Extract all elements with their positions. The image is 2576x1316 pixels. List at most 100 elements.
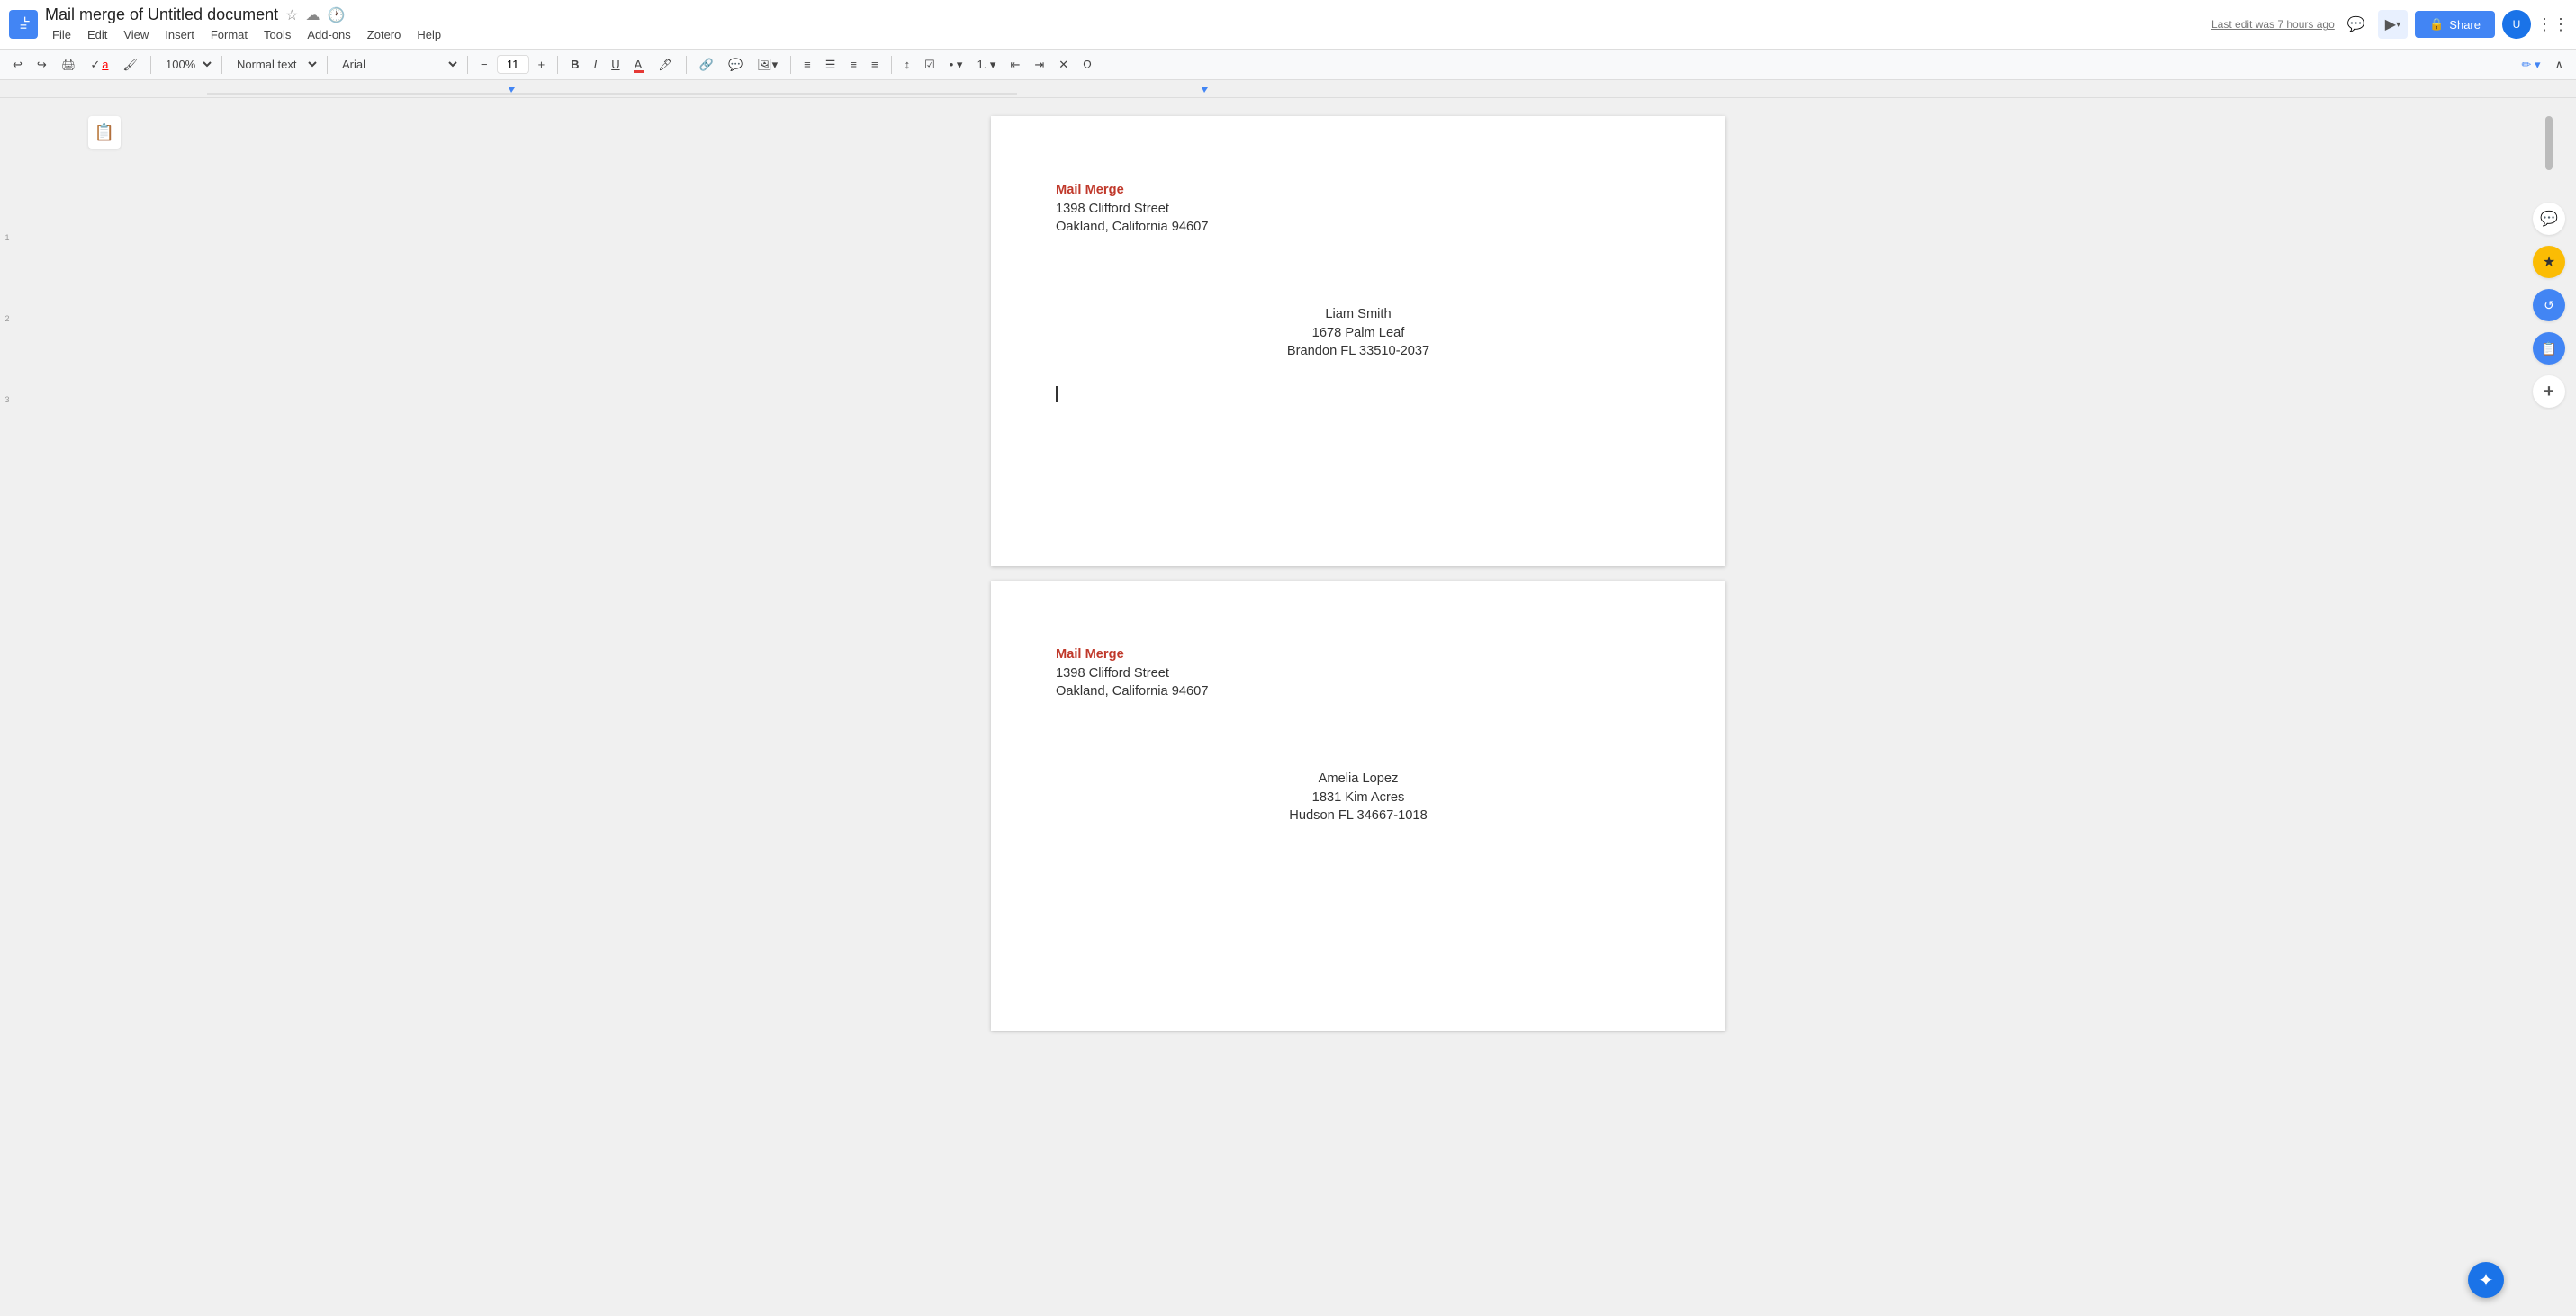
highlight-button[interactable]: 🖊 [653,54,679,76]
indent-less-button[interactable]: ⇤ [1004,54,1025,76]
sep5 [557,56,558,74]
align-justify-button[interactable]: ≡ [866,54,884,75]
toolbar-collapse-button[interactable]: ∧ [2549,54,2569,76]
menu-tools[interactable]: Tools [257,26,298,43]
right-icons: 💬 ★ ↺ 📋 + [2533,203,2565,408]
doc-icon[interactable] [9,10,38,39]
cloud-save-icon[interactable]: ☁ [305,6,320,24]
ruler-content [207,80,2576,97]
line-spacing-button[interactable]: ↕ [899,54,916,75]
recipient-name-2: Amelia Lopez [1289,770,1427,789]
text-style-select[interactable]: Normal text Title Heading 1 Heading 2 [230,53,320,76]
apps-icon-btn[interactable]: ⋮⋮ [2538,10,2567,39]
indent-more-button[interactable]: ⇥ [1029,54,1049,76]
ruler-num-2: 2 [5,314,9,323]
text-cursor [1056,386,1058,402]
sender-block-1: Mail Merge 1398 Clifford Street Oakland,… [1056,181,1661,237]
align-right-button[interactable]: ≡ [844,54,862,75]
title-area: Mail merge of Untitled document ☆ ☁ 🕐 Fi… [45,5,2204,43]
doc-title[interactable]: Mail merge of Untitled document [45,5,278,24]
sender-city-2: Oakland, California 94607 [1056,682,1661,701]
doc-svg [14,15,32,33]
align-left-button[interactable]: ≡ [798,54,816,75]
comment-button[interactable]: 💬 [723,54,748,76]
underline-button[interactable]: U [606,54,625,75]
plus-icon[interactable]: + [2533,375,2565,408]
menu-file[interactable]: File [45,26,78,43]
image-button[interactable]: 🖼▾ [752,54,783,76]
spell-check-button[interactable]: ✓a [85,54,113,76]
font-size-decrease[interactable]: − [475,54,493,75]
recipient-name-1: Liam Smith [1287,305,1429,324]
zoom-select[interactable]: 100% 75% 125% 150% [158,53,214,76]
sep8 [891,56,892,74]
blue2-icon[interactable]: 📋 [2533,332,2565,365]
sidebar: 📋 [14,98,194,1311]
font-size-input[interactable] [497,55,529,74]
align-center-button[interactable]: ☰ [820,54,842,76]
recipient-city-1: Brandon FL 33510-2037 [1287,342,1429,361]
recipient-block-2: Amelia Lopez 1831 Kim Acres Hudson FL 34… [1289,770,1427,825]
recipient-block-1: Liam Smith 1678 Palm Leaf Brandon FL 335… [1287,305,1429,361]
menu-view[interactable]: View [116,26,156,43]
share-label: Share [2449,18,2481,32]
main-layout: 1 2 3 📋 Mail Merge 1398 Clifford Street … [0,98,2576,1311]
top-bar: Mail merge of Untitled document ☆ ☁ 🕐 Fi… [0,0,2576,50]
menu-format[interactable]: Format [203,26,255,43]
user-avatar[interactable]: U [2502,10,2531,39]
font-color-button[interactable]: A [629,54,650,75]
undo-button[interactable]: ↩ [7,54,28,76]
sep7 [790,56,791,74]
bullet-list-button[interactable]: • ▾ [944,54,968,76]
right-panel: 💬 ★ ↺ 📋 + [2522,98,2576,1311]
redo-button[interactable]: ↪ [32,54,52,76]
clear-format-button[interactable]: ✕ [1053,54,1074,76]
scrollbar-thumb[interactable] [2545,116,2553,170]
lock-icon: 🔒 [2429,17,2444,32]
numbered-list-button[interactable]: 1. ▾ [971,54,1001,76]
editing-mode-button[interactable]: ✏ ▾ [2516,54,2545,76]
sender-block-2: Mail Merge 1398 Clifford Street Oakland,… [1056,645,1661,701]
bold-button[interactable]: B [565,54,584,75]
special-chars-button[interactable]: Ω [1077,54,1097,75]
present-icon: ▶ [2385,15,2396,33]
sep4 [467,56,468,74]
sender-city-1: Oakland, California 94607 [1056,218,1661,237]
ruler-svg [207,80,2576,98]
star-icon[interactable]: ☆ [285,6,298,24]
blue-sync-icon[interactable]: ↺ [2533,289,2565,321]
sidebar-notes-icon[interactable]: 📋 [88,116,121,149]
header-icons: 💬 ▶ ▾ 🔒 Share U ⋮⋮ [2342,10,2567,39]
sep2 [221,56,222,74]
left-panel: 1 2 3 [0,98,14,1311]
menu-zotero[interactable]: Zotero [360,26,409,43]
fab-button[interactable]: ✦ [2468,1262,2504,1298]
menu-edit[interactable]: Edit [80,26,114,43]
sender-street-2: 1398 Clifford Street [1056,664,1661,683]
menu-help[interactable]: Help [410,26,448,43]
font-family-select[interactable]: Arial Times New Roman Georgia [335,53,460,76]
share-button[interactable]: 🔒 Share [2415,11,2495,38]
sender-name-2: Mail Merge [1056,645,1661,664]
ruler [0,80,2576,98]
menu-addons[interactable]: Add-ons [300,26,357,43]
ruler-num-3: 3 [5,395,9,404]
history-icon[interactable]: 🕐 [327,6,345,24]
comment-icon-btn[interactable]: 💬 [2342,10,2371,39]
chat-right-icon[interactable]: 💬 [2533,203,2565,235]
link-button[interactable]: 🔗 [694,54,719,76]
recipient-street-1: 1678 Palm Leaf [1287,324,1429,343]
italic-button[interactable]: I [589,54,603,75]
ruler-num-1: 1 [5,233,9,242]
paint-format-button[interactable]: 🖌 [117,54,143,76]
print-button[interactable]: 🖨 [56,54,82,76]
sender-street-1: 1398 Clifford Street [1056,200,1661,219]
doc-area[interactable]: Mail Merge 1398 Clifford Street Oakland,… [194,98,2522,1311]
sep3 [327,56,328,74]
checklist-button[interactable]: ☑ [919,54,941,76]
menu-insert[interactable]: Insert [158,26,202,43]
presentation-icon-btn[interactable]: ▶ ▾ [2378,10,2408,39]
font-size-increase[interactable]: + [533,54,551,75]
yellow-icon[interactable]: ★ [2533,246,2565,278]
menu-bar: File Edit View Insert Format Tools Add-o… [45,26,2204,43]
